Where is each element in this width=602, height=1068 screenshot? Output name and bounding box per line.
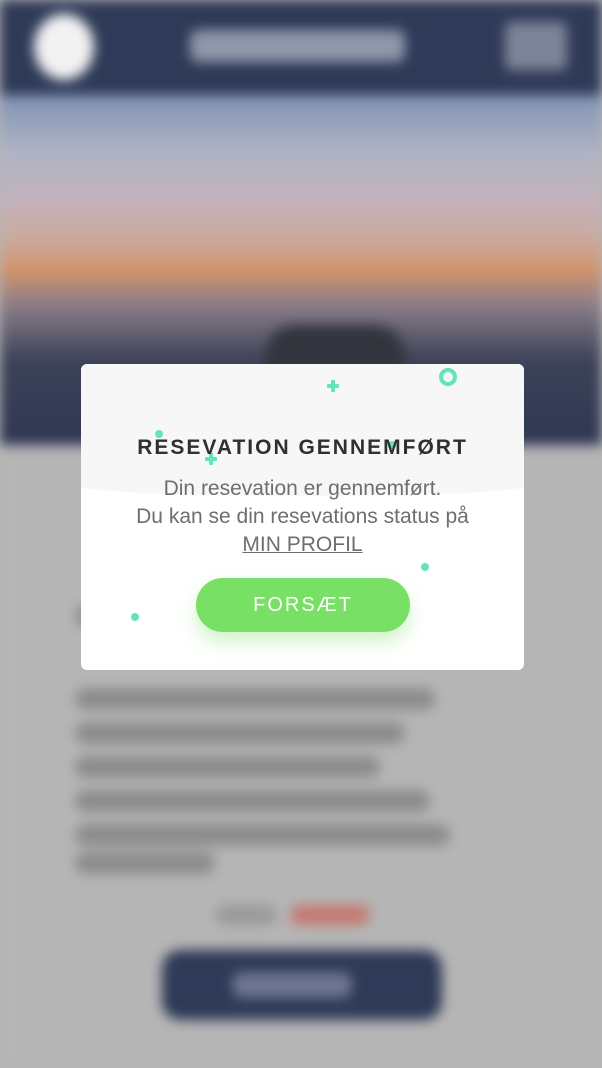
confetti-dot: [131, 613, 139, 621]
meta-value: [290, 905, 370, 925]
text-line: [75, 790, 430, 812]
continue-button[interactable]: FORSÆT: [196, 578, 410, 632]
message-line-1: Din resevation er gennemført.: [163, 477, 442, 500]
text-line: [75, 756, 380, 778]
hamburger-menu-icon: [505, 22, 567, 70]
confetti-dot: [421, 563, 429, 571]
modal-title: RESEVATION GENNEMFØRT: [137, 436, 468, 459]
text-line: [75, 824, 450, 846]
modal-message: Din resevation er gennemført. Du kan se …: [81, 475, 524, 559]
text-line: [75, 852, 215, 874]
reservation-success-modal: RESEVATION GENNEMFØRT Din resevation er …: [81, 364, 524, 670]
message-line-2: Du kan se din resevations status på: [136, 505, 469, 528]
meta-label: [215, 905, 277, 925]
app-header: [0, 0, 602, 95]
app-logo: [34, 14, 94, 80]
confetti-ring: [439, 368, 457, 386]
text-line: [75, 688, 435, 710]
header-title-placeholder: [190, 30, 405, 62]
reserve-button-label: [232, 972, 352, 998]
profile-link-line: MIN PROFIL: [81, 531, 524, 559]
min-profil-link[interactable]: MIN PROFIL: [242, 533, 362, 556]
confetti-plus: [327, 380, 339, 392]
text-line: [75, 722, 405, 744]
